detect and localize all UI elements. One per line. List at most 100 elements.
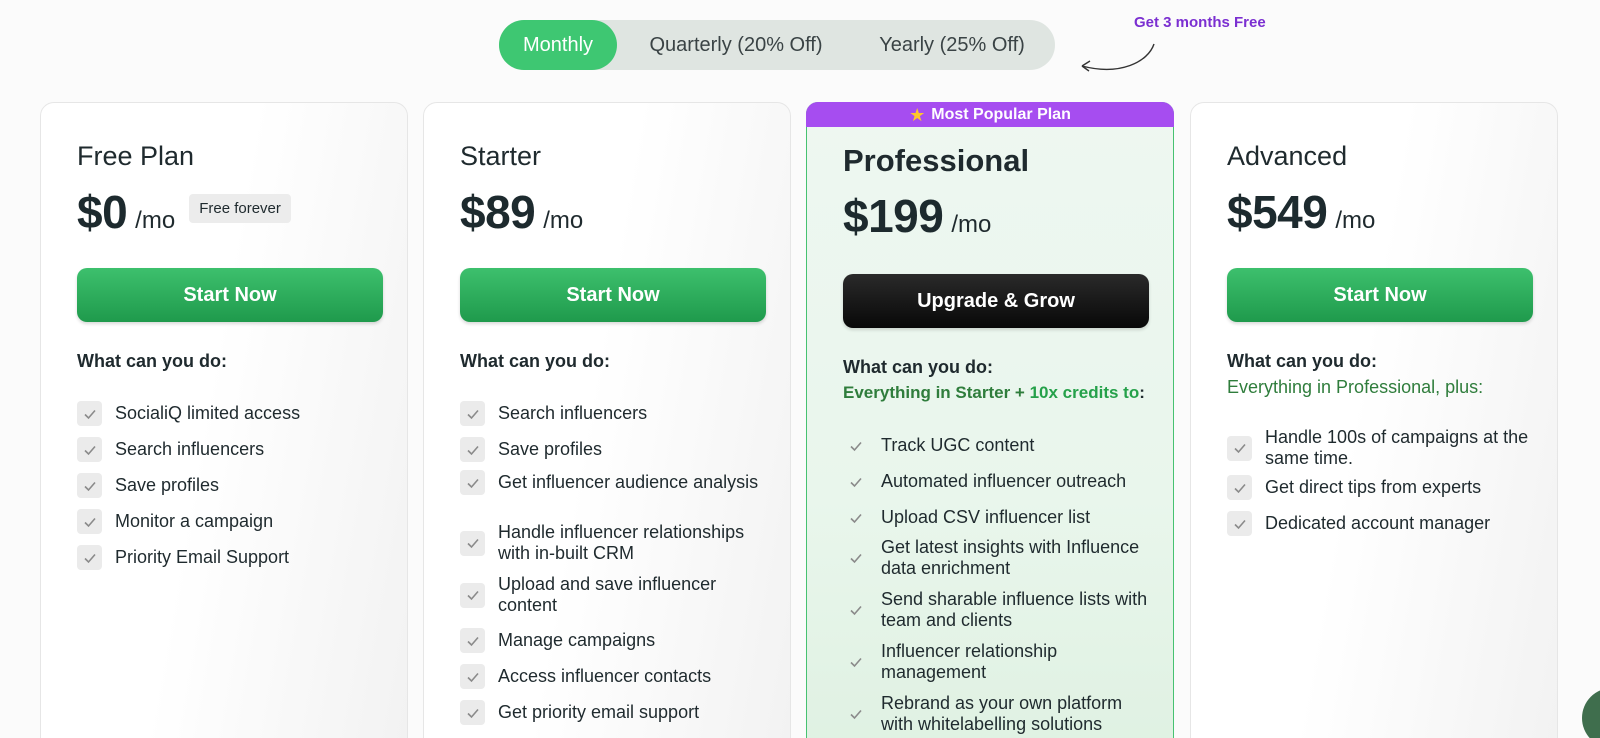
feature-text: Automated influencer outreach <box>881 471 1127 491</box>
feature-text: Search influencers <box>498 403 648 423</box>
feature-item: Search influencers <box>460 401 766 426</box>
plan-card-advanced: Advanced $549 /mo Start Now What can you… <box>1190 102 1558 738</box>
start-now-button[interactable]: Start Now <box>460 268 766 322</box>
check-icon <box>77 401 102 426</box>
check-icon <box>843 505 868 530</box>
chat-widget-button[interactable] <box>1582 688 1600 738</box>
check-icon <box>460 437 485 462</box>
feature-text: Get direct tips from experts <box>1265 477 1482 497</box>
feature-text: SocialiQ limited access <box>115 403 301 423</box>
feature-text: Manage campaigns <box>498 630 656 650</box>
check-icon <box>77 473 102 498</box>
feature-item: Search influencers <box>77 437 383 462</box>
star-icon: ★ <box>909 104 926 125</box>
feature-item: Manage campaigns <box>460 628 766 653</box>
feature-item: Save profiles <box>77 473 383 498</box>
start-now-button[interactable]: Start Now <box>77 268 383 322</box>
check-icon <box>77 545 102 570</box>
check-icon <box>460 470 485 495</box>
price-row: $89 /mo <box>460 185 583 239</box>
feature-text: Dedicated account manager <box>1265 513 1491 533</box>
feature-item: Get direct tips from experts <box>1227 475 1533 500</box>
feature-text: Influencer relationship management <box>881 641 1058 682</box>
check-icon <box>77 509 102 534</box>
feature-text: Upload and save influencer content <box>498 574 717 615</box>
includes-note-prefix: Everything in Starter + <box>843 383 1030 402</box>
plan-card-starter: Starter $89 /mo Start Now What can you d… <box>423 102 791 738</box>
plan-name: Professional <box>843 143 1030 178</box>
includes-note-highlight: 10x credits to <box>1029 383 1140 402</box>
billing-option-yearly[interactable]: Yearly (25% Off) <box>855 20 1049 70</box>
check-icon <box>460 664 485 689</box>
feature-text: Monitor a campaign <box>115 511 274 531</box>
feature-item: Get influencer audience analysis <box>460 470 766 495</box>
plan-card-free: Free Plan $0 /mo Free forever Start Now … <box>40 102 408 738</box>
feature-text: Upload CSV influencer list <box>881 507 1091 527</box>
feature-text: Send sharable influence lists with team … <box>881 589 1148 630</box>
feature-item: Handle influencer relationships with in-… <box>460 522 766 564</box>
plan-price: $549 <box>1227 186 1328 238</box>
feature-item: Get priority email support <box>460 700 766 725</box>
plan-name: Advanced <box>1227 141 1348 171</box>
curved-arrow-icon <box>1081 43 1155 72</box>
feature-item: Access influencer contacts <box>460 664 766 689</box>
features-heading: What can you do: <box>77 351 227 371</box>
includes-note: Everything in Starter + 10x credits to: <box>843 383 1145 403</box>
price-period: /mo <box>1335 207 1376 234</box>
feature-item: Dedicated account manager <box>1227 511 1533 536</box>
check-icon <box>843 433 868 458</box>
feature-item: Get latest insights with Influence data … <box>843 537 1149 579</box>
feature-text: Save profiles <box>115 475 220 495</box>
check-icon <box>843 469 868 494</box>
check-icon <box>460 628 485 653</box>
plan-price: $0 <box>77 186 128 238</box>
price-period: /mo <box>543 207 584 234</box>
feature-item: Save profiles <box>460 437 766 462</box>
plan-price: $89 <box>460 186 536 238</box>
feature-text: Priority Email Support <box>115 547 290 567</box>
price-row: $199 /mo <box>843 189 991 243</box>
check-icon <box>843 598 868 623</box>
feature-item: Automated influencer outreach <box>843 469 1149 494</box>
start-now-button[interactable]: Start Now <box>1227 268 1533 322</box>
feature-item: Send sharable influence lists with team … <box>843 589 1149 631</box>
price-period: /mo <box>951 211 992 238</box>
plan-price: $199 <box>843 190 944 242</box>
feature-item: SocialiQ limited access <box>77 401 383 426</box>
feature-text: Get latest insights with Influence data … <box>881 537 1140 578</box>
feature-item: Monitor a campaign <box>77 509 383 534</box>
price-row: $0 /mo Free forever <box>77 185 291 239</box>
check-icon <box>1227 511 1252 536</box>
upgrade-and-grow-button[interactable]: Upgrade & Grow <box>843 274 1149 328</box>
feature-item: Rebrand as your own platform with whitel… <box>843 693 1149 735</box>
check-icon <box>460 401 485 426</box>
billing-option-quarterly[interactable]: Quarterly (20% Off) <box>617 20 855 70</box>
feature-text: Access influencer contacts <box>498 666 712 686</box>
check-icon <box>843 702 868 727</box>
check-icon <box>460 700 485 725</box>
feature-text: Search influencers <box>115 439 265 459</box>
feature-text: Get influencer audience analysis <box>498 472 759 492</box>
feature-text: Handle 100s of campaigns at the same tim… <box>1265 427 1529 468</box>
features-heading: What can you do: <box>843 357 993 377</box>
feature-item: Influencer relationship management <box>843 641 1149 683</box>
check-icon <box>1227 435 1252 461</box>
feature-item: Upload CSV influencer list <box>843 505 1149 530</box>
check-icon <box>843 546 868 571</box>
feature-item: Priority Email Support <box>77 545 383 570</box>
feature-text: Save profiles <box>498 439 603 459</box>
feature-text: Handle influencer relationships with in-… <box>498 522 745 563</box>
feature-text: Track UGC content <box>881 435 1035 455</box>
check-icon <box>1227 475 1252 500</box>
includes-note: Everything in Professional, plus: <box>1227 377 1484 397</box>
free-forever-badge: Free forever <box>189 193 291 223</box>
promo-label: Get 3 months Free <box>1134 14 1266 31</box>
billing-option-monthly[interactable]: Monthly <box>499 20 617 70</box>
price-period: /mo <box>135 207 176 234</box>
check-icon <box>843 650 868 675</box>
most-popular-ribbon: ★ Most Popular Plan <box>806 102 1174 127</box>
billing-toggle: Monthly Quarterly (20% Off) Yearly (25% … <box>499 20 1055 70</box>
features-heading: What can you do: <box>460 351 610 371</box>
feature-item: Upload and save influencer content <box>460 574 766 616</box>
includes-note-suffix: : <box>1139 383 1145 402</box>
